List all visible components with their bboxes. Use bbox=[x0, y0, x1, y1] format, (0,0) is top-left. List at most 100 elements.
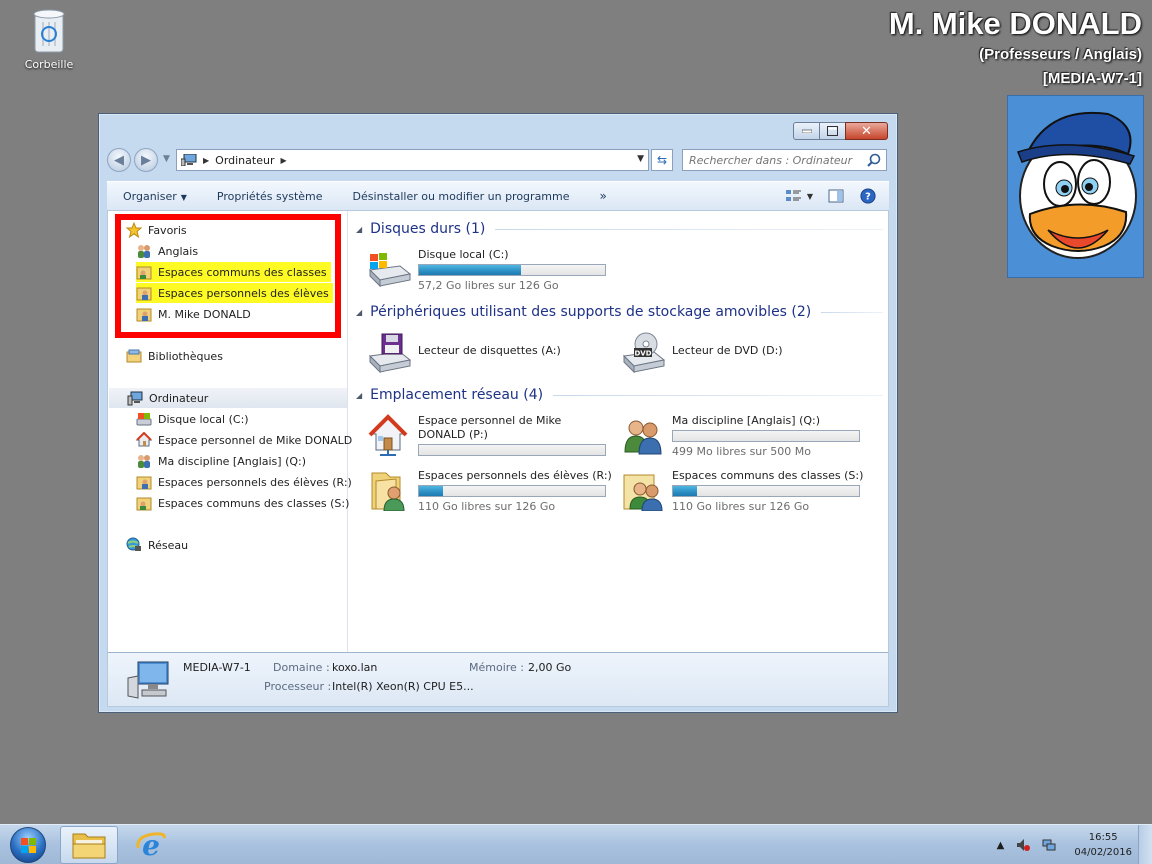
breadcrumb-computer[interactable]: Ordinateur bbox=[215, 154, 274, 167]
drive-local-c[interactable]: Disque local (C:) 57,2 Go libres sur 126… bbox=[366, 248, 606, 292]
nav-student-spaces[interactable]: Espaces personnels des élèves (R:) bbox=[136, 472, 352, 492]
system-properties-button[interactable]: Propriétés système bbox=[217, 190, 323, 203]
nav-libraries[interactable]: Bibliothèques bbox=[126, 346, 223, 366]
show-hidden-icons-button[interactable]: ▲ bbox=[997, 840, 1005, 851]
recent-pages-dropdown[interactable]: ▼ bbox=[163, 154, 170, 164]
drive-discipline-q-usage-bar bbox=[672, 430, 860, 442]
hard-drive-icon bbox=[136, 413, 152, 426]
drive-dvd-d[interactable]: DVD Lecteur de DVD (D:) bbox=[620, 332, 783, 374]
volume-muted-icon[interactable] bbox=[1016, 838, 1031, 852]
more-commands-button[interactable]: » bbox=[600, 189, 607, 203]
navigation-pane: Favoris Anglais Espaces communs des clas… bbox=[108, 211, 352, 652]
windows-logo-icon bbox=[10, 827, 46, 863]
drive-personal-p[interactable]: Espace personnel de Mike DONALD (P:) bbox=[366, 414, 608, 456]
organize-menu[interactable]: Organiser ▼ bbox=[123, 190, 187, 203]
svg-text:?: ? bbox=[865, 192, 871, 203]
back-arrow-icon: ◀ bbox=[114, 152, 124, 168]
back-button[interactable]: ◀ bbox=[107, 148, 131, 172]
home-network-icon bbox=[136, 432, 152, 447]
start-button[interactable] bbox=[4, 826, 52, 864]
drive-floppy-a[interactable]: Lecteur de disquettes (A:) bbox=[366, 332, 561, 374]
drive-classes-s-usage-bar bbox=[672, 485, 860, 497]
shared-folder-icon bbox=[136, 497, 152, 511]
help-icon[interactable]: ? bbox=[859, 188, 877, 204]
drive-local-c-name: Disque local (C:) bbox=[418, 248, 509, 261]
drive-discipline-q[interactable]: Ma discipline [Anglais] (Q:) 499 Mo libr… bbox=[620, 414, 860, 458]
nav-libraries-label: Bibliothèques bbox=[148, 349, 223, 363]
details-domain-value: koxo.lan bbox=[332, 661, 378, 674]
address-bar[interactable]: ▶ Ordinateur ▶ ▼ bbox=[176, 149, 649, 171]
nav-discipline[interactable]: Ma discipline [Anglais] (Q:) bbox=[136, 451, 306, 471]
group-divider bbox=[553, 394, 883, 396]
breadcrumb-arrow-icon[interactable]: ▶ bbox=[280, 156, 286, 165]
taskbar-explorer-button[interactable] bbox=[60, 826, 118, 864]
nav-class-spaces[interactable]: Espaces communs des classes (S:) bbox=[136, 493, 349, 513]
refresh-button[interactable]: ⇆ bbox=[651, 149, 673, 171]
details-processor-value: Intel(R) Xeon(R) CPU E5... bbox=[332, 680, 474, 693]
group-header-removable[interactable]: ◢ Périphériques utilisant des supports d… bbox=[356, 301, 883, 323]
drive-classes-s[interactable]: Espaces communs des classes (S:) 110 Go … bbox=[620, 469, 863, 513]
uninstall-program-button[interactable]: Désinstaller ou modifier un programme bbox=[353, 190, 570, 203]
nav-network-label: Réseau bbox=[148, 538, 189, 552]
users-icon bbox=[138, 455, 150, 468]
drive-local-c-usage-fill bbox=[419, 265, 522, 275]
search-input[interactable] bbox=[683, 150, 863, 170]
nav-computer[interactable]: Ordinateur bbox=[109, 388, 347, 408]
forward-button[interactable]: ▶ bbox=[134, 148, 158, 172]
recycle-bin-label: Corbeille bbox=[24, 58, 74, 71]
nav-personal-space[interactable]: Espace personnel de Mike DONALD bbox=[136, 430, 352, 450]
close-button[interactable]: ✕ bbox=[845, 122, 888, 140]
drive-classes-s-name: Espaces communs des classes (S:) bbox=[672, 469, 864, 482]
maximize-icon bbox=[827, 126, 838, 136]
address-dropdown-icon[interactable]: ▼ bbox=[637, 154, 644, 164]
group-header-network[interactable]: ◢ Emplacement réseau (4) bbox=[356, 384, 883, 406]
collapse-triangle-icon: ◢ bbox=[356, 307, 363, 317]
recycle-bin-icon bbox=[31, 8, 67, 54]
user-folder-drive-icon bbox=[371, 472, 405, 511]
drive-students-r-free: 110 Go libres sur 126 Go bbox=[418, 500, 556, 513]
chevron-down-icon: ▼ bbox=[180, 192, 187, 202]
clock[interactable]: 16:55 04/02/2016 bbox=[1074, 830, 1132, 860]
preview-pane-icon[interactable] bbox=[827, 188, 845, 204]
nav-network[interactable]: Réseau bbox=[126, 535, 188, 555]
details-computer-name: MEDIA-W7-1 bbox=[183, 661, 251, 674]
group-divider bbox=[495, 228, 883, 230]
show-desktop-button[interactable] bbox=[1138, 825, 1152, 864]
maximize-button[interactable] bbox=[819, 122, 845, 140]
change-view-icon[interactable] bbox=[785, 188, 803, 204]
taskbar-ie-button[interactable]: e bbox=[122, 826, 180, 864]
drive-dvd-d-name: Lecteur de DVD (D:) bbox=[672, 344, 783, 357]
content-area: Favoris Anglais Espaces communs des clas… bbox=[107, 211, 889, 652]
drive-classes-s-usage-fill bbox=[673, 486, 698, 496]
floppy-drive-icon bbox=[368, 333, 412, 374]
nav-student-spaces-label: Espaces personnels des élèves (R:) bbox=[158, 475, 352, 489]
machine-name: [MEDIA-W7-1] bbox=[1042, 70, 1142, 87]
search-box[interactable] bbox=[682, 149, 887, 171]
user-name: M. Mike DONALD bbox=[888, 6, 1142, 41]
user-avatar bbox=[1007, 95, 1144, 278]
window-controls: ✕ bbox=[793, 122, 888, 140]
network-status-icon[interactable] bbox=[1042, 838, 1056, 852]
computer-icon bbox=[127, 661, 169, 699]
group-title-hard-disks: Disques durs (1) bbox=[370, 221, 486, 237]
libraries-icon bbox=[126, 349, 142, 363]
nav-local-disk[interactable]: Disque local (C:) bbox=[136, 409, 249, 429]
refresh-icon: ⇆ bbox=[656, 153, 668, 167]
group-header-hard-disks[interactable]: ◢ Disques durs (1) bbox=[356, 218, 883, 240]
network-icon bbox=[126, 537, 141, 551]
view-dropdown-icon[interactable]: ▼ bbox=[807, 192, 813, 201]
dvd-badge: DVD bbox=[634, 350, 651, 358]
recycle-bin-desktop-icon[interactable]: Corbeille bbox=[22, 8, 76, 71]
group-divider bbox=[821, 311, 883, 313]
drive-discipline-q-free: 499 Mo libres sur 500 Mo bbox=[672, 445, 812, 458]
drive-students-r[interactable]: Espaces personnels des élèves (R:) 110 G… bbox=[366, 469, 612, 513]
user-folder-icon bbox=[136, 476, 152, 490]
annotation-highlight-box bbox=[115, 214, 341, 338]
search-icon[interactable] bbox=[867, 153, 881, 167]
collapse-triangle-icon: ◢ bbox=[356, 224, 363, 234]
drive-personal-p-name: Espace personnel de Mike DONALD (P:) bbox=[418, 414, 562, 441]
command-bar: Organiser ▼ Propriétés système Désinstall… bbox=[107, 181, 889, 211]
minimize-button[interactable] bbox=[793, 122, 819, 140]
details-pane: MEDIA-W7-1 Domaine : koxo.lan Mémoire : … bbox=[107, 652, 889, 707]
nav-discipline-label: Ma discipline [Anglais] (Q:) bbox=[158, 454, 307, 468]
